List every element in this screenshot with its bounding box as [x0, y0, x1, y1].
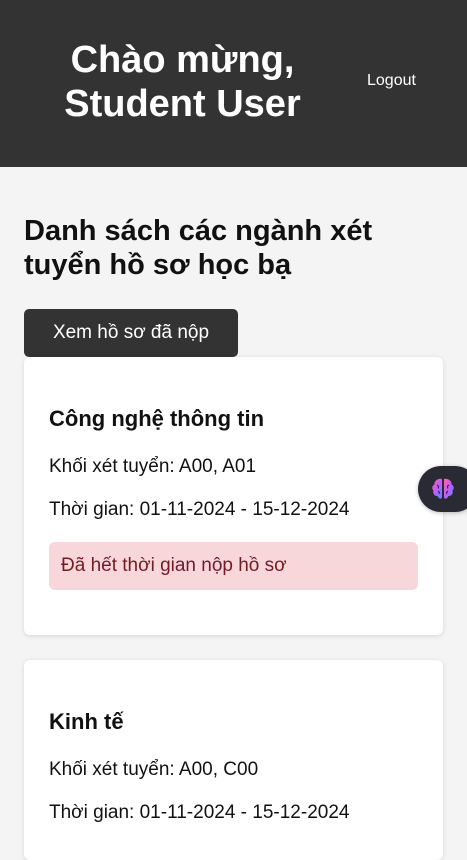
major-name: Công nghệ thông tin [49, 406, 265, 431]
welcome-heading: Chào mừng, Student User [64, 39, 301, 125]
view-submitted-button[interactable]: Xem hồ sơ đã nộp [24, 309, 238, 357]
page-title: Danh sách các ngành xét tuyển hồ sơ học … [24, 215, 373, 281]
floating-assistant-button[interactable] [418, 466, 467, 512]
major-blocks: Khối xét tuyển: A00, A01 [49, 456, 257, 477]
logout-link[interactable]: Logout [367, 71, 416, 91]
brain-icon [432, 478, 454, 499]
deadline-expired-alert: Đã hết thời gian nộp hồ sơ [49, 542, 418, 590]
major-card: Công nghệ thông tin Khối xét tuyển: A00,… [24, 357, 443, 635]
major-period: Thời gian: 01-11-2024 - 15-12-2024 [49, 802, 350, 823]
major-blocks: Khối xét tuyển: A00, C00 [49, 759, 259, 780]
top-header: Chào mừng, Student User Logout [0, 0, 467, 167]
major-name: Kinh tế [49, 709, 124, 734]
major-period: Thời gian: 01-11-2024 - 15-12-2024 [49, 499, 350, 520]
alert-text: Đã hết thời gian nộp hồ sơ [61, 555, 287, 576]
major-card: Kinh tế Khối xét tuyển: A00, C00 Thời gi… [24, 660, 443, 860]
